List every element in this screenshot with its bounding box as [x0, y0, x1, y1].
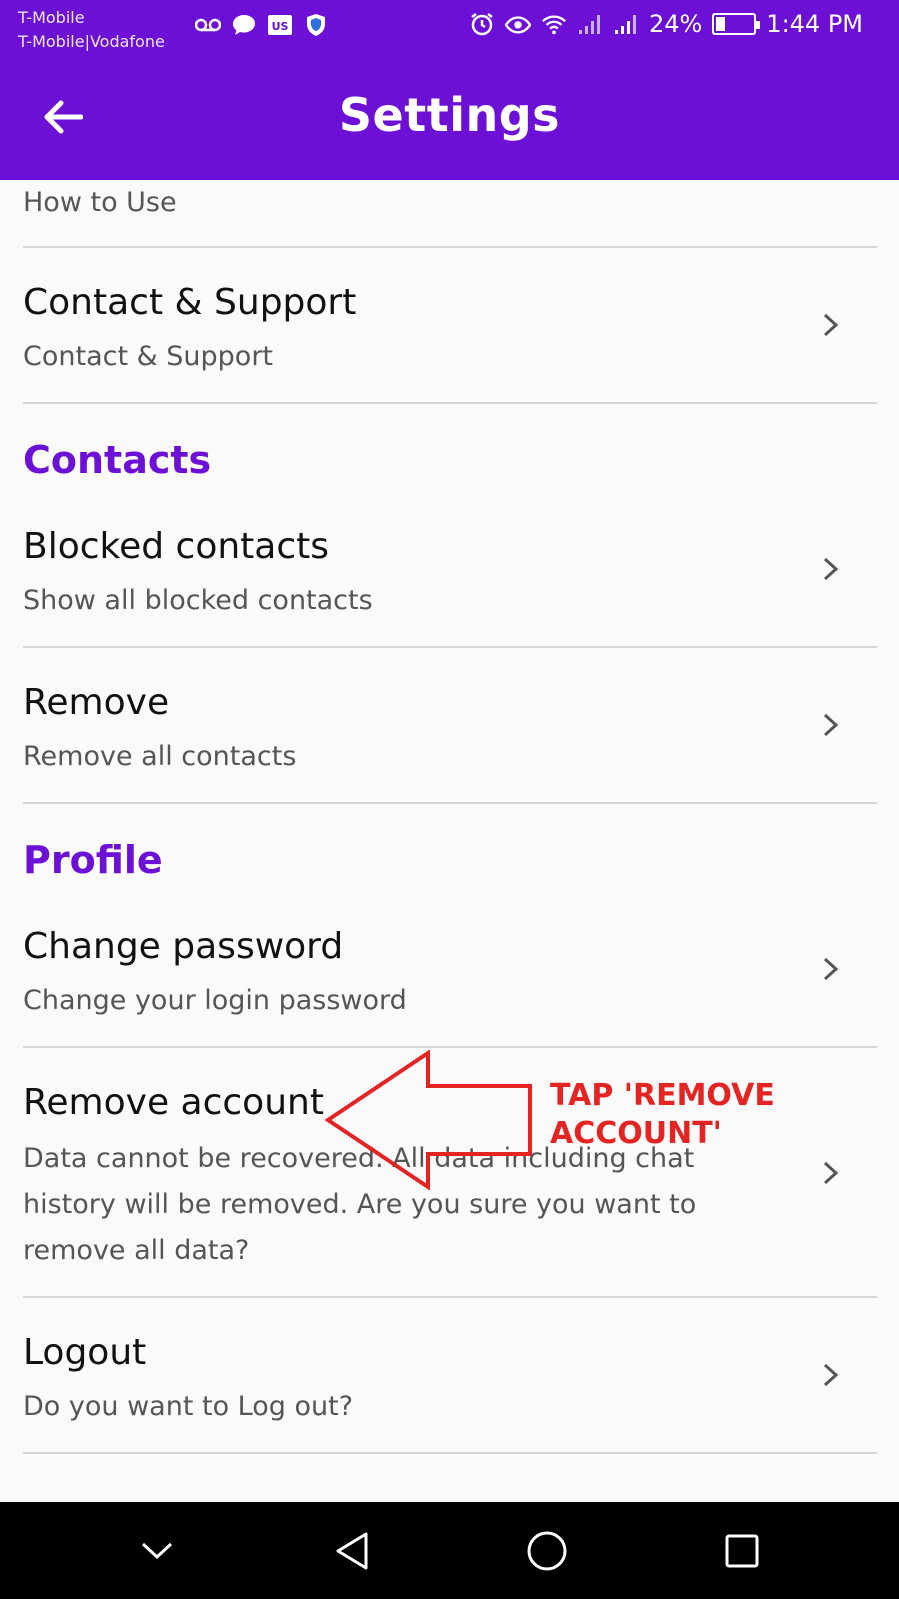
- setting-how-to-use[interactable]: How to Use: [23, 180, 877, 248]
- annotation-line-1: TAP 'REMOVE: [550, 1078, 775, 1113]
- svg-text:US: US: [272, 20, 289, 33]
- us-flag-icon: US: [267, 12, 293, 38]
- carrier-secondary: T-Mobile|Vodafone: [18, 32, 165, 51]
- chevron-right-icon: [823, 557, 839, 581]
- setting-contact-support-title: Contact & Support: [23, 282, 357, 323]
- battery-level: [716, 17, 725, 31]
- setting-logout[interactable]: Logout Do you want to Log out?: [23, 1298, 877, 1454]
- recents-square-icon: [725, 1534, 759, 1567]
- battery-percent: 24%: [648, 10, 703, 38]
- chevron-right-icon: [823, 957, 839, 981]
- clock: 1:44 PM: [766, 10, 863, 38]
- annotation-line-2: ACCOUNT': [550, 1116, 722, 1151]
- carrier-primary: T-Mobile: [18, 8, 85, 27]
- wifi-icon: [541, 11, 567, 37]
- annotation-arrow: [324, 1050, 532, 1190]
- setting-logout-subtitle: Do you want to Log out?: [23, 1391, 354, 1422]
- battery-icon: [712, 13, 761, 35]
- nav-hide-button[interactable]: [127, 1521, 187, 1581]
- chat-bubble-icon: [231, 12, 257, 38]
- setting-contact-support-subtitle: Contact & Support: [23, 341, 274, 372]
- top-app-bar: T-Mobile T-Mobile|Vodafone US 24% 1:44 P…: [0, 0, 899, 180]
- chevron-right-icon: [823, 1161, 839, 1185]
- annotation-label: TAP 'REMOVE ACCOUNT': [550, 1077, 775, 1153]
- signal-roaming-icon: [613, 11, 639, 37]
- setting-change-password[interactable]: Change password Change your login passwo…: [23, 904, 877, 1048]
- nav-recents-button[interactable]: [712, 1521, 772, 1581]
- setting-how-to-use-label: How to Use: [23, 187, 177, 218]
- signal-icon: [577, 11, 603, 37]
- eye-icon: [504, 11, 531, 37]
- shield-icon: [303, 12, 329, 38]
- setting-blocked-contacts-title: Blocked contacts: [23, 526, 329, 567]
- setting-remove-contacts-subtitle: Remove all contacts: [23, 741, 297, 772]
- section-header-profile: Profile: [23, 838, 163, 882]
- setting-change-password-title: Change password: [23, 926, 344, 967]
- home-circle-icon: [527, 1531, 567, 1570]
- chevron-down-icon: [142, 1542, 173, 1559]
- nav-back-button[interactable]: [322, 1521, 382, 1581]
- status-notification-icons: US: [195, 12, 329, 38]
- setting-logout-title: Logout: [23, 1332, 147, 1373]
- voicemail-icon: [195, 12, 221, 38]
- page-title: Settings: [338, 88, 561, 142]
- chevron-right-icon: [823, 313, 839, 337]
- chevron-right-icon: [823, 713, 839, 737]
- setting-blocked-contacts[interactable]: Blocked contacts Show all blocked contac…: [23, 504, 877, 648]
- setting-contact-support[interactable]: Contact & Support Contact & Support: [23, 248, 877, 404]
- setting-blocked-contacts-subtitle: Show all blocked contacts: [23, 585, 373, 616]
- carrier-info: T-Mobile T-Mobile|Vodafone: [18, 6, 165, 54]
- setting-remove-contacts-title: Remove: [23, 682, 170, 723]
- setting-remove-account-title: Remove account: [23, 1082, 324, 1123]
- setting-change-password-subtitle: Change your login password: [23, 985, 407, 1016]
- section-header-contacts: Contacts: [23, 438, 212, 482]
- chevron-right-icon: [823, 1363, 839, 1387]
- status-system-icons: 24% 1:44 PM: [469, 10, 863, 38]
- back-triangle-icon: [336, 1532, 368, 1569]
- system-nav-bar: [0, 1502, 899, 1599]
- setting-remove-contacts[interactable]: Remove Remove all contacts: [23, 648, 877, 804]
- alarm-icon: [469, 11, 495, 37]
- nav-home-button[interactable]: [517, 1521, 577, 1581]
